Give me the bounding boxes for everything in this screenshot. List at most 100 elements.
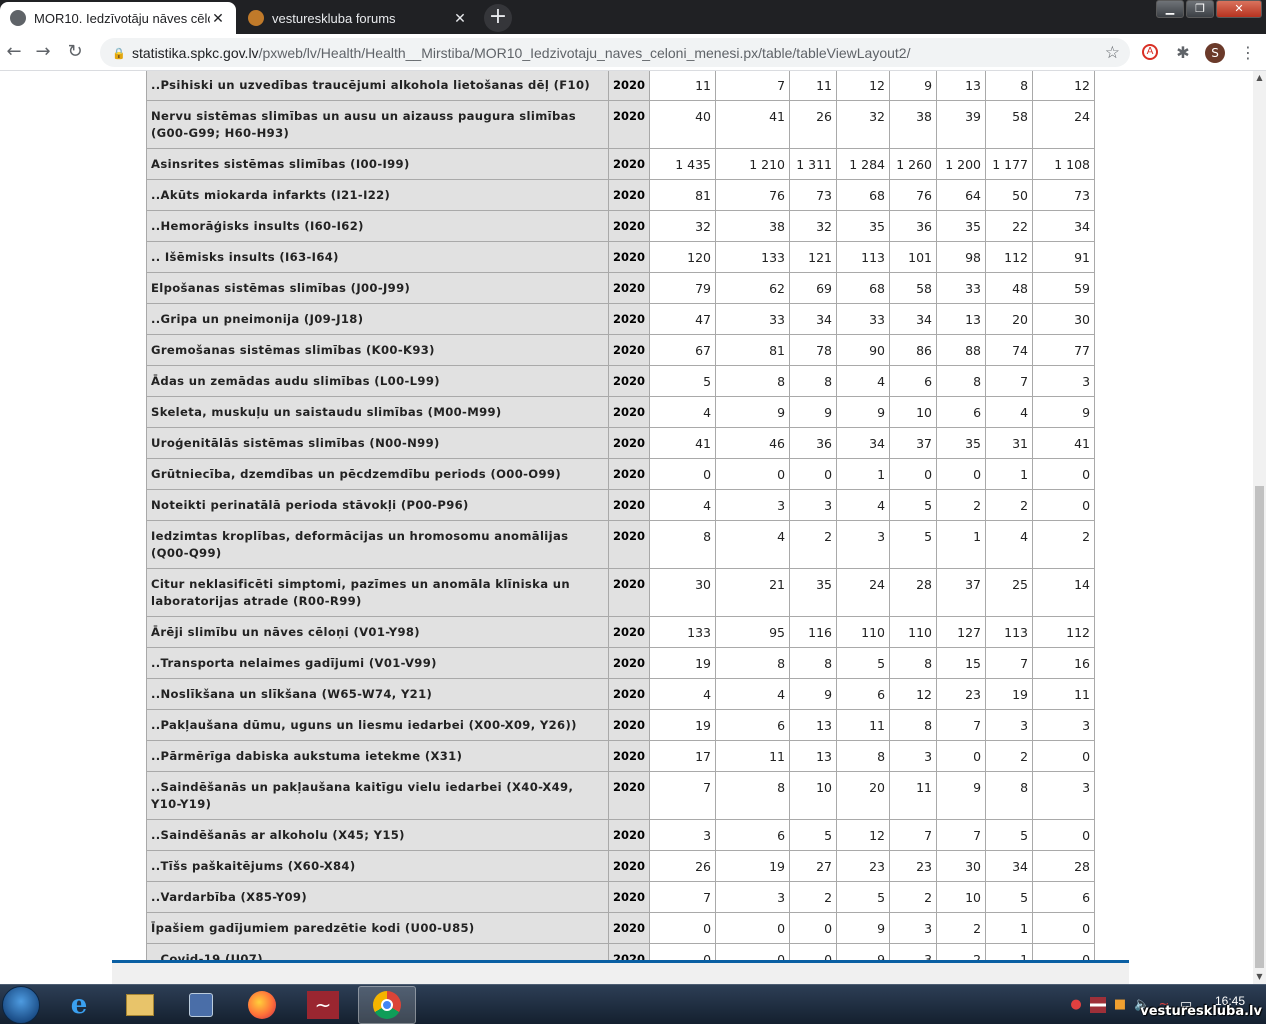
chrome-icon[interactable]	[358, 986, 416, 1024]
value-cell: 86	[889, 334, 938, 366]
scrollbar-thumb[interactable]	[1255, 486, 1264, 968]
scroll-down-arrow-icon[interactable]: ▼	[1253, 970, 1266, 984]
back-icon[interactable]: ←	[2, 40, 26, 64]
row-label: Uroģenitālās sistēmas slimības (N00-N99)	[146, 427, 609, 459]
address-bar[interactable]: 🔒 statistika.spkc.gov.lv/pxweb/lv/Health…	[100, 38, 1130, 67]
value-cell: 5	[649, 365, 717, 397]
reload-icon[interactable]: ↻	[63, 40, 87, 64]
table-row: ..Saindēšanās un pakļaušana kaitīgu viel…	[146, 771, 1096, 820]
value-cell: 1 108	[1032, 148, 1096, 180]
watermark: vestureskluba.lv	[1140, 1004, 1262, 1019]
value-cell: 5	[985, 881, 1034, 913]
value-cell: 9	[836, 396, 891, 428]
tray-app-icon[interactable]: ■	[1112, 997, 1128, 1013]
value-cell: 2	[1032, 520, 1096, 569]
table-row: ..Pakļaušana dūmu, uguns un liesmu iedar…	[146, 709, 1096, 741]
row-year: 2020	[607, 709, 651, 741]
value-cell: 4	[836, 365, 891, 397]
row-year: 2020	[607, 303, 651, 335]
lock-icon: 🔒	[112, 46, 126, 60]
value-cell: 10	[936, 881, 987, 913]
language-flag-icon[interactable]	[1090, 997, 1106, 1013]
value-cell: 1 210	[715, 148, 791, 180]
row-year: 2020	[607, 771, 651, 820]
value-cell: 81	[715, 334, 791, 366]
table-row: ..Psihiski un uzvedības traucējumi alkoh…	[146, 71, 1096, 101]
value-cell: 28	[1032, 850, 1096, 882]
scroll-up-arrow-icon[interactable]: ▲	[1253, 71, 1266, 85]
value-cell: 6	[889, 365, 938, 397]
value-cell: 67	[649, 334, 717, 366]
value-cell: 133	[649, 616, 717, 648]
profile-avatar[interactable]: S	[1205, 43, 1225, 63]
adblock-icon[interactable]: A	[1142, 44, 1158, 60]
value-cell: 1	[985, 458, 1034, 490]
value-cell: 8	[985, 771, 1034, 820]
row-label: Citur neklasificēti simptomi, pazīmes un…	[146, 568, 609, 617]
media-player-icon[interactable]	[172, 986, 230, 1024]
row-label: Īpašiem gadījumiem paredzētie kodi (U00-…	[146, 912, 609, 944]
table-row: ..Gripa un pneimonija (J09-J18) 2020 47 33 3…	[146, 303, 1096, 335]
vertical-scrollbar[interactable]: ▲ ▼	[1253, 71, 1266, 984]
value-cell: 2	[889, 881, 938, 913]
extensions-puzzle-icon[interactable]: ✱	[1173, 43, 1193, 63]
value-cell: 36	[789, 427, 838, 459]
row-label: Ādas un zemādas audu slimības (L00-L99)	[146, 365, 609, 397]
value-cell: 13	[789, 709, 838, 741]
value-cell: 35	[936, 210, 987, 242]
value-cell: 3	[1032, 365, 1096, 397]
value-cell: 1	[836, 458, 891, 490]
file-explorer-icon[interactable]	[111, 986, 169, 1024]
value-cell: 16	[1032, 647, 1096, 679]
new-tab-button[interactable]: +	[484, 4, 512, 32]
row-label: Grūtniecība, dzemdības un pēcdzemdību pe…	[146, 458, 609, 490]
value-cell: 19	[985, 678, 1034, 710]
value-cell: 4	[985, 520, 1034, 569]
row-year: 2020	[607, 647, 651, 679]
value-cell: 4	[836, 489, 891, 521]
table-row: ..Transporta nelaimes gadījumi (V01-V99)…	[146, 647, 1096, 679]
value-cell: 0	[789, 912, 838, 944]
value-cell: 1 284	[836, 148, 891, 180]
table-row: Asinsrites sistēmas slimības (I00-I99) 20…	[146, 148, 1096, 180]
menu-kebab-icon[interactable]: ⋮	[1238, 43, 1258, 63]
value-cell: 24	[836, 568, 891, 617]
network-globe-icon[interactable]: ●	[1068, 997, 1084, 1013]
forward-icon[interactable]: →	[31, 40, 55, 64]
table-row: ..Tīšs paškaitējums (X60-X84) 2020 26 19 27 2…	[146, 850, 1096, 882]
value-cell: 19	[649, 709, 717, 741]
value-cell: 3	[985, 709, 1034, 741]
value-cell: 9	[1032, 396, 1096, 428]
close-window-button[interactable]: ✕	[1216, 0, 1262, 18]
table-row: ..Hemorāģisks insults (I60-I62) 2020 32 38 3…	[146, 210, 1096, 242]
start-button[interactable]	[2, 986, 40, 1024]
value-cell: 8	[649, 520, 717, 569]
value-cell: 3	[715, 489, 791, 521]
bookmark-star-icon[interactable]: ☆	[1105, 43, 1120, 63]
app-wave-icon[interactable]: ~	[294, 986, 352, 1024]
minimize-button[interactable]: ▁	[1156, 0, 1184, 18]
tab-mor10[interactable]: MOR10. Iedzīvotāju nāves cēloņi ✕	[0, 2, 236, 34]
value-cell: 46	[715, 427, 791, 459]
firefox-icon[interactable]	[233, 986, 291, 1024]
value-cell: 1 177	[985, 148, 1034, 180]
internet-explorer-icon[interactable]: e	[50, 986, 108, 1024]
tab-vestureskluba[interactable]: vestureskluba forums ✕	[238, 2, 478, 34]
value-cell: 33	[936, 272, 987, 304]
row-year: 2020	[607, 179, 651, 211]
value-cell: 12	[889, 678, 938, 710]
value-cell: 5	[836, 881, 891, 913]
value-cell: 13	[936, 303, 987, 335]
close-tab-icon[interactable]: ✕	[210, 10, 226, 26]
table-row: .. Išēmisks insults (I63-I64) 2020 120 133 1…	[146, 241, 1096, 273]
value-cell: 101	[889, 241, 938, 273]
maximize-button[interactable]: ❐	[1186, 0, 1214, 18]
close-tab-icon[interactable]: ✕	[452, 10, 468, 26]
value-cell: 0	[715, 458, 791, 490]
row-label: Noteikti perinatālā perioda stāvokļi (P0…	[146, 489, 609, 521]
row-label: Elpošanas sistēmas slimības (J00-J99)	[146, 272, 609, 304]
value-cell: 15	[936, 647, 987, 679]
value-cell: 23	[936, 678, 987, 710]
row-year: 2020	[607, 365, 651, 397]
value-cell: 11	[715, 740, 791, 772]
